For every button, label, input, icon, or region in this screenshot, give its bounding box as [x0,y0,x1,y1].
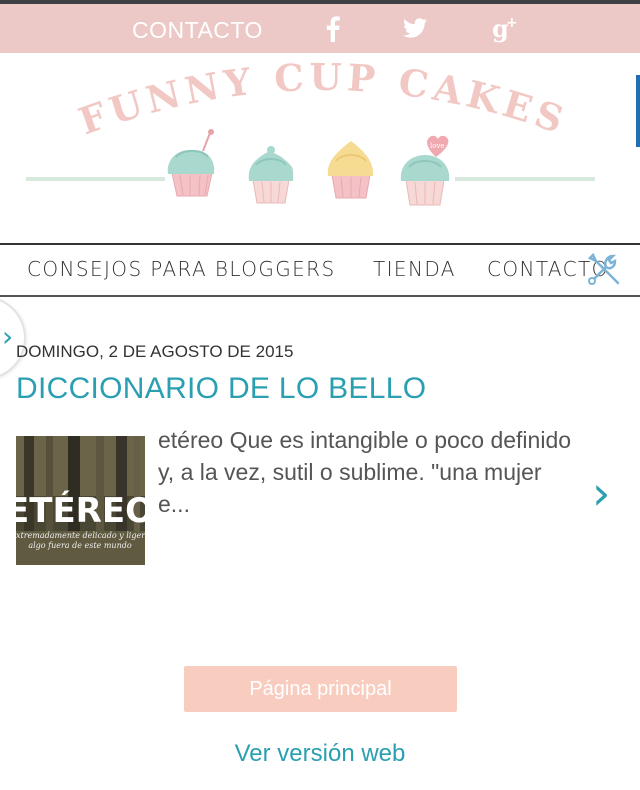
google-plus-icon[interactable]: g + [490,13,520,43]
logo-text: FUNNY CUP CAKES [73,55,569,143]
cupcake-icon [248,146,294,204]
side-menu-handle[interactable]: › [0,296,26,380]
twitter-icon[interactable] [400,13,430,43]
site-logo[interactable]: FUNNY CUP CAKES love [0,53,640,243]
post-title[interactable]: DICCIONARIO DE LO BELLO [16,372,426,406]
edge-accent [636,75,640,147]
header-banner: FUNNY CUP CAKES love [0,53,640,243]
post-date: DOMINGO, 2 DE AGOSTO DE 2015 [16,342,294,361]
top-bar: CONTACTO g + [0,0,640,53]
post-thumbnail[interactable]: ETÉREO Extremadamente delicado y ligero … [16,436,145,565]
heart-text: love [430,142,445,150]
post-snippet: etéreo Que es intangible o poco definido… [158,427,572,517]
thumb-subtitle: algo fuera de este mundo [28,541,132,550]
tools-icon[interactable] [584,249,624,289]
svg-text:FUNNY CUP CAKES: FUNNY CUP CAKES [73,55,574,143]
cupcake-icon [327,141,374,199]
thumb-title: ETÉREO [16,490,145,531]
main-nav: CONSEJOS PARA BLOGGERS TIENDA CONTACTO [0,243,640,297]
thumb-subtitle: Extremadamente delicado y ligero [16,531,145,540]
web-version-link[interactable]: Ver versión web [0,740,640,768]
top-contact-link[interactable]: CONTACTO [132,17,263,44]
nav-item-tienda[interactable]: TIENDA [373,257,456,281]
facebook-icon[interactable] [318,13,348,43]
svg-text:+: + [506,15,518,31]
chevron-right-icon[interactable]: › [592,470,610,516]
chevron-right-icon: › [2,320,14,353]
cupcake-icon: love [400,135,450,206]
cupcake-icon [167,129,215,197]
home-button[interactable]: Página principal [184,666,457,712]
nav-item-consejos[interactable]: CONSEJOS PARA BLOGGERS [27,257,336,281]
